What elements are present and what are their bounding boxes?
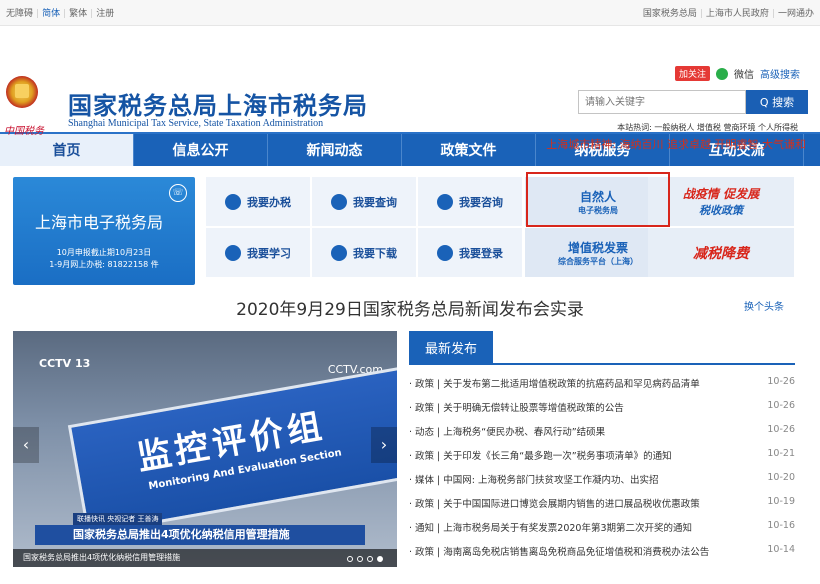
etax-count: 1-9月网上办税: 81822158 件 — [13, 259, 195, 270]
hot-words[interactable]: 本站热词: 一般纳税人 增值税 营商环境 个人所得税 — [617, 122, 798, 133]
carousel-dot[interactable] — [367, 556, 373, 562]
site-header: 中国税务 国家税务总局上海市税务局 Shanghai Municipal Tax… — [0, 26, 820, 132]
consult-icon — [437, 194, 453, 210]
highlight-box — [526, 172, 670, 227]
login-icon — [437, 245, 453, 261]
top-links-left: 无障碍|简体|繁体|注册 — [6, 6, 114, 19]
list-item[interactable]: · 媒体 | 中国网: 上海税务部门扶贫攻坚工作凝内功、出实招10-20 — [409, 472, 795, 496]
search-input[interactable] — [578, 90, 746, 114]
news-carousel[interactable]: CCTV 13 CCTV.com 监控评价组 Monitoring And Ev… — [13, 331, 397, 567]
carousel-caption[interactable]: 国家税务总局推出4项优化纳税信用管理措施 — [13, 549, 397, 567]
site-title-en: Shanghai Municipal Tax Service, State Ta… — [68, 118, 323, 129]
top-bar: 无障碍|简体|繁体|注册 国家税务总局|上海市人民政府|一网通办 — [0, 0, 820, 26]
tax-reduction-banner[interactable]: 减税降费 — [648, 228, 794, 277]
carousel-prev-button[interactable]: ‹ — [13, 427, 39, 463]
list-item[interactable]: · 政策 | 海南离岛免税店销售离岛免税商品免征增值税和消费税办法公告10-14 — [409, 544, 795, 568]
list-item[interactable]: · 政策 | 关于发布第二批适用增值税政策的抗癌药品和罕见病药品清单10-26 — [409, 376, 795, 400]
change-headline-link[interactable]: 换个头条 — [744, 298, 784, 313]
wechat-icon[interactable] — [716, 68, 728, 80]
social-links: 加关注 微信 高级搜索 — [675, 66, 800, 81]
service-query[interactable]: 我要查询 — [312, 177, 416, 226]
search-button[interactable]: Q 搜索 — [746, 90, 808, 114]
simplified-link[interactable]: 简体 — [42, 9, 60, 19]
service-download[interactable]: 我要下载 — [312, 228, 416, 277]
carousel-dot-active[interactable] — [377, 556, 383, 562]
headline-title[interactable]: 2020年9月29日国家税务总局新闻发布会实录 — [0, 295, 820, 320]
carousel-dots — [347, 556, 383, 562]
monitoring-sign: 监控评价组 Monitoring And Evaluation Section — [68, 366, 397, 535]
carousel-dot[interactable] — [347, 556, 353, 562]
list-item[interactable]: · 政策 | 关于印发《长三角“最多跑一次”税务事项清单》的通知10-21 — [409, 448, 795, 472]
nav-info-disclosure[interactable]: 信息公开 — [134, 134, 268, 166]
nav-home[interactable]: 首页 — [0, 134, 134, 166]
tax-emblem-icon — [6, 76, 38, 108]
cctv13-logo: CCTV 13 — [39, 357, 90, 370]
nav-news[interactable]: 新闻动态 — [268, 134, 402, 166]
broadcast-tag: 联播快讯 央视记者 王善涛 — [73, 513, 162, 525]
advanced-search-link[interactable]: 高级搜索 — [760, 66, 800, 81]
shanghai-gov-link[interactable]: 上海市人民政府 — [706, 9, 769, 19]
news-list: · 政策 | 关于发布第二批适用增值税政策的抗癌药品和罕见病药品清单10-26 … — [409, 376, 795, 568]
latest-news-tab[interactable]: 最新发布 — [409, 331, 493, 363]
traditional-link[interactable]: 繁体 — [69, 9, 87, 19]
search-bar: Q 搜索 — [578, 90, 808, 114]
list-item[interactable]: · 政策 | 关于中国国际进口博览会展期内销售的进口展品税收优惠政策10-19 — [409, 496, 795, 520]
chat-icon: ☏ — [169, 184, 187, 202]
city-spirit: 上海城市精神: 海纳百川 追求卓越 开明睿智 大气谦和 — [546, 136, 806, 152]
wechat-link[interactable]: 微信 — [734, 66, 754, 81]
list-item[interactable]: · 政策 | 关于明确无偿转让股票等增值税政策的公告10-26 — [409, 400, 795, 424]
etax-bureau-card[interactable]: ☏ 上海市电子税务局 10月申报截止期10月23日 1-9月网上办税: 8182… — [13, 177, 195, 285]
weibo-follow-button[interactable]: 加关注 — [675, 66, 710, 81]
service-learn[interactable]: 我要学习 — [206, 228, 310, 277]
query-icon — [331, 194, 347, 210]
site-title[interactable]: 国家税务总局上海市税务局 — [68, 86, 368, 121]
sta-link[interactable]: 国家税务总局 — [643, 9, 697, 19]
carousel-next-button[interactable]: › — [371, 427, 397, 463]
download-icon — [331, 245, 347, 261]
services-area: ☏ 上海市电子税务局 10月申报截止期10月23日 1-9月网上办税: 8182… — [0, 166, 820, 286]
service-do-tax[interactable]: 我要办税 — [206, 177, 310, 226]
one-network-link[interactable]: 一网通办 — [778, 9, 814, 19]
etax-deadline: 10月申报截止期10月23日 — [13, 247, 195, 258]
top-links-right: 国家税务总局|上海市人民政府|一网通办 — [643, 6, 814, 19]
broadcast-caption: 国家税务总局推出4项优化纳税信用管理措施 — [35, 525, 365, 545]
news-divider — [409, 363, 795, 365]
list-item[interactable]: · 动态 | 上海税务“便民办税、春风行动”结硕果10-26 — [409, 424, 795, 448]
nav-policy[interactable]: 政策文件 — [402, 134, 536, 166]
carousel-dot[interactable] — [357, 556, 363, 562]
service-login[interactable]: 我要登录 — [418, 228, 522, 277]
register-link[interactable]: 注册 — [96, 9, 114, 19]
service-consult[interactable]: 我要咨询 — [418, 177, 522, 226]
do-tax-icon — [225, 194, 241, 210]
etax-title: 上海市电子税务局 — [35, 209, 163, 233]
learn-icon — [225, 245, 241, 261]
tax-signature: 中国税务 — [4, 122, 44, 137]
list-item[interactable]: · 通知 | 上海市税务局关于有奖发票2020年第3期第二次开奖的通知10-16 — [409, 520, 795, 544]
accessibility-link[interactable]: 无障碍 — [6, 9, 33, 19]
